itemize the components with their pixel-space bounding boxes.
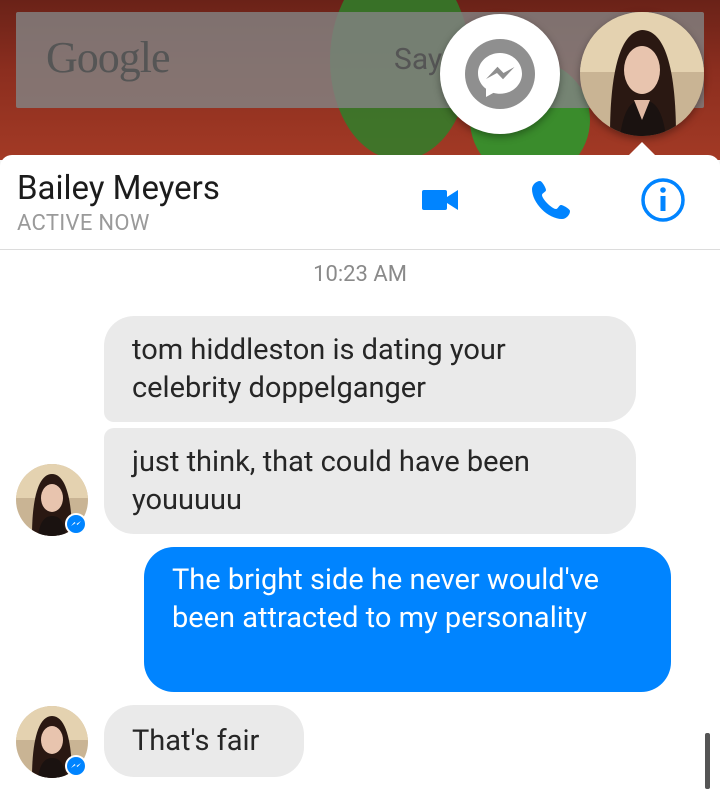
contact-avatar[interactable]: [16, 706, 88, 778]
conversation-panel: Bailey Meyers ACTIVE NOW 10:23 AM tom hi…: [0, 155, 720, 789]
incoming-message[interactable]: just think, that could have been youuuuu: [104, 428, 636, 534]
incoming-message[interactable]: That's fair: [104, 705, 304, 777]
phone-call-icon[interactable]: [530, 177, 574, 225]
conversation-header: Bailey Meyers ACTIVE NOW: [0, 155, 720, 250]
messenger-badge-icon: [65, 755, 87, 777]
messenger-icon: [465, 39, 535, 109]
contact-chat-head[interactable]: [580, 12, 704, 136]
profile-photo: [580, 12, 704, 136]
messenger-chat-head[interactable]: [440, 14, 560, 134]
messenger-badge-icon: [65, 513, 87, 535]
outgoing-message[interactable]: The bright side he never would've been a…: [144, 547, 671, 692]
video-call-icon[interactable]: [420, 177, 460, 225]
panel-pointer: [628, 142, 656, 156]
message-timestamp: 10:23 AM: [313, 262, 407, 287]
active-status: ACTIVE NOW: [17, 211, 150, 236]
contact-avatar[interactable]: [16, 464, 88, 536]
contact-name[interactable]: Bailey Meyers: [17, 169, 220, 208]
scrollbar[interactable]: [705, 733, 710, 789]
google-logo: Google: [46, 33, 171, 82]
info-icon[interactable]: [640, 177, 686, 227]
incoming-message[interactable]: tom hiddleston is dating your celebrity …: [104, 316, 636, 422]
search-hint: Say: [394, 42, 443, 77]
